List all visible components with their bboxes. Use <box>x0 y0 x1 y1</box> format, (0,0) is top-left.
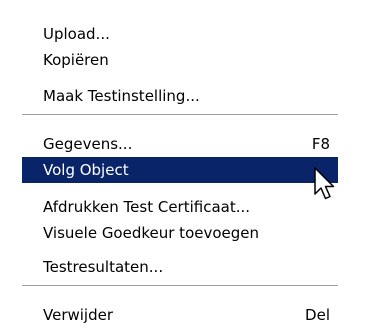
menu-item-label: Afdrukken Test Certificaat... <box>43 198 251 216</box>
menu-item-label: Verwijder <box>43 306 114 324</box>
menu-item-label: Gegevens... <box>43 135 133 153</box>
arrow-pointer-icon <box>314 167 335 200</box>
menu-item-verwijder[interactable]: Verwijder Del <box>22 302 338 328</box>
menu-item-visuele-goedkeur-toevoegen[interactable]: Visuele Goedkeur toevoegen <box>22 220 338 246</box>
menu-item-label: Volg Object <box>43 161 129 179</box>
menu-item-testresultaten[interactable]: Testresultaten... <box>22 254 338 280</box>
menu-item-label: Upload... <box>43 25 110 43</box>
menu-separator <box>22 285 338 287</box>
menu-item-gegevens[interactable]: Gegevens... F8 <box>22 131 338 157</box>
menu-item-label: Visuele Goedkeur toevoegen <box>43 224 260 242</box>
menu-item-kopieren[interactable]: Kopiëren <box>22 47 338 73</box>
menu-item-afdrukken-test-certificaat[interactable]: Afdrukken Test Certificaat... <box>22 194 338 220</box>
menu-item-label: Kopiëren <box>43 51 109 69</box>
context-menu: Upload... Kopiëren Maak Testinstelling..… <box>0 0 360 326</box>
menu-item-shortcut: Del <box>305 306 330 324</box>
menu-separator <box>22 114 338 116</box>
menu-item-label: Maak Testinstelling... <box>43 87 200 105</box>
menu-item-shortcut: F8 <box>311 135 330 153</box>
menu-item-label: Testresultaten... <box>43 258 164 276</box>
menu-item-volg-object[interactable]: Volg Object <box>22 157 338 183</box>
menu-item-upload[interactable]: Upload... <box>22 21 338 47</box>
menu-item-maak-testinstelling[interactable]: Maak Testinstelling... <box>22 83 338 109</box>
